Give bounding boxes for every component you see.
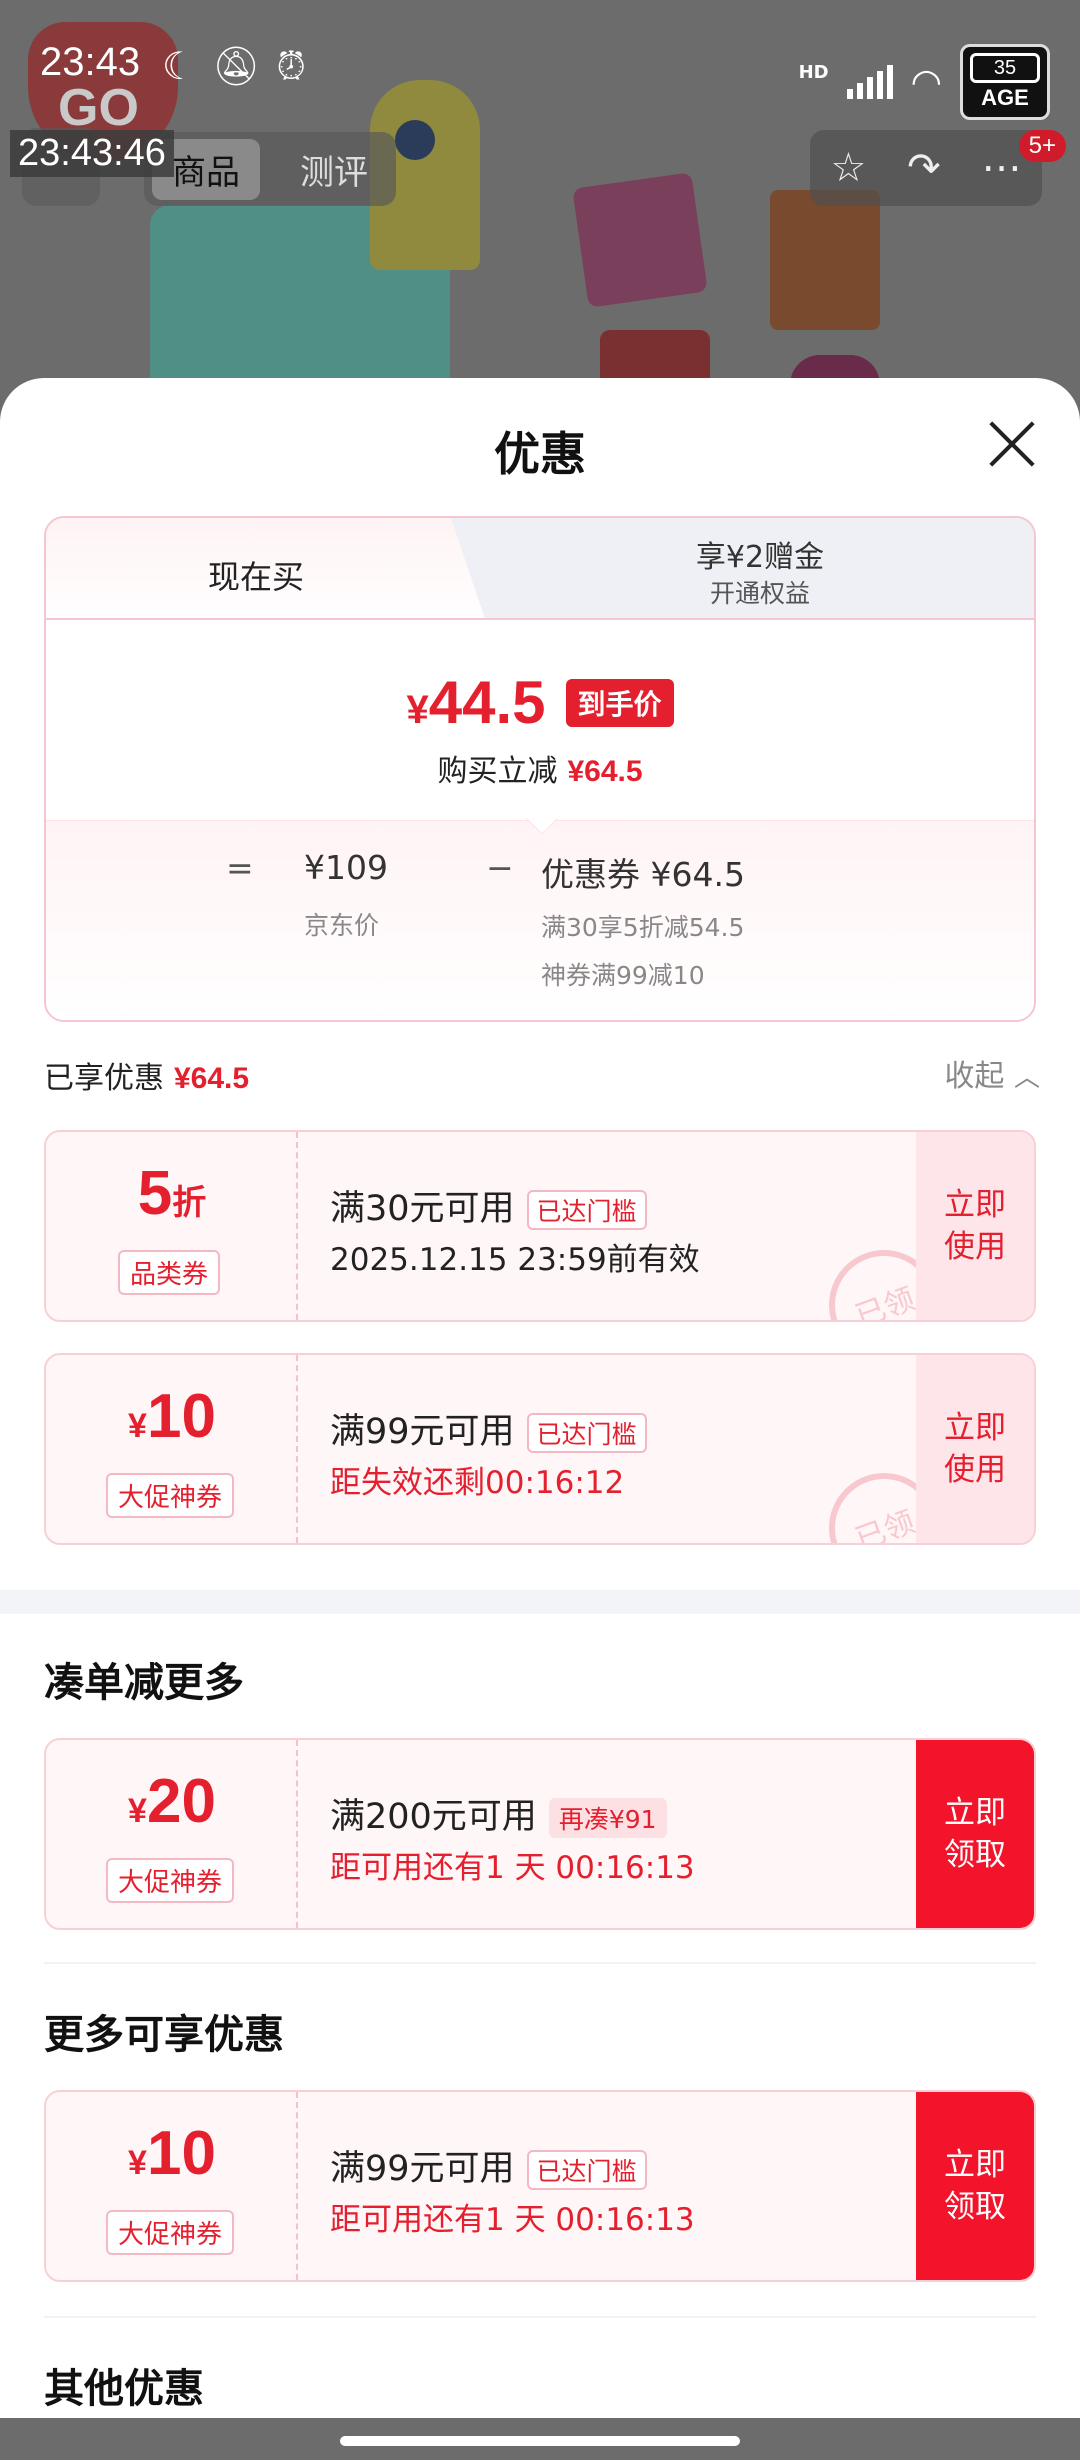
instant-cut: 购买立减 ¥64.5 [46,746,1034,790]
coupon-detail-1: 满30享5折减54.5 [541,913,745,942]
coupon-card: ¥10 大促神券 满99元可用 已达门槛 距可用还有1 天 00:16:13 立即… [44,2090,1036,2282]
coupon-condition-tag: 已达门槛 [526,1190,647,1230]
product-image-box [770,190,880,330]
coupon-kind: 大促神券 [106,1473,235,1518]
coupon-total: 优惠券 ¥64.5 [541,855,745,894]
coupon-countdown: 距可用还有1 天 00:16:13 [330,1850,695,1886]
coupon-condition: 满99元可用 已达门槛 [330,1403,647,1454]
coupon-kind: 大促神券 [106,2210,235,2255]
final-price-tag: 到手价 [565,678,674,727]
equals-sign: = [226,848,254,887]
section-divider [0,1590,1080,1614]
coupon-value: 5折 [46,1158,298,1229]
final-price-amount: 44.5 [428,669,546,736]
close-icon[interactable] [988,420,1036,468]
use-now-button[interactable]: 立即 使用 [916,1132,1034,1320]
tab-bonus-sub: 开通权益 [709,579,810,608]
coupon-condition-tag: 已达门槛 [526,2150,647,2190]
star-icon[interactable]: ☆ [830,145,866,191]
battery-indicator: 35 AGE [960,44,1050,120]
sheet-title: 优惠 [494,427,586,481]
claim-now-button[interactable]: 立即 领取 [916,2092,1034,2280]
tab-reviews[interactable]: 测评 [280,139,388,200]
coupon-kind: 大促神券 [106,1858,235,1903]
coupon-value: ¥10 [46,1381,298,1452]
battery-icon: 35 [970,53,1040,83]
product-image-knob [395,120,435,160]
alarm-icon: ⏰︎ [276,44,306,88]
coupon-countdown: 距失效还剩00:16:12 [330,1465,625,1501]
top-actions: ☆ ↷ ⋯ [810,130,1042,206]
coupon-condition-text: 满99元可用 [330,2149,515,2189]
tab-divider [46,618,1034,620]
coupon-value-number: 10 [146,2119,216,2188]
section-separator [44,1962,1036,1964]
top-tabs: 商品 测评 [144,132,396,206]
coupon-value-number: 20 [146,1767,216,1836]
home-gesture-handle[interactable] [340,2436,740,2446]
final-price: ¥44.5 到手价 [46,668,1034,737]
section-title-other: 其他优惠 [44,2366,204,2412]
price-calculation [46,820,1034,1020]
minus-sign: − [486,848,514,887]
coupon-value-prefix: ¥ [128,2144,147,2182]
coupon-condition-tag: 已达门槛 [526,1413,647,1453]
coupon-condition: 满30元可用 已达门槛 [330,1180,647,1231]
use-now-button[interactable]: 立即 使用 [916,1355,1034,1543]
network-label: HD [798,61,829,83]
share-icon[interactable]: ↷ [907,145,941,191]
coupon-value-prefix: ¥ [128,1792,147,1830]
status-time: 23:43 [40,40,141,84]
more-icon[interactable]: ⋯ [982,145,1022,191]
section-title-more-offers: 更多可享优惠 [44,2012,284,2058]
coupon-value: ¥20 [46,1766,298,1837]
coupon-countdown: 距可用还有1 天 00:16:13 [330,2202,695,2238]
enjoyed-label: 已享优惠 [44,1061,164,1096]
section-title-more-orders: 凑单减更多 [44,1660,244,1706]
enjoyed-discount: 已享优惠 ¥64.5 [44,1053,249,1097]
moon-icon: ☾ [162,44,197,88]
coupon-condition-text: 满99元可用 [330,1412,515,1452]
coupon-kind: 品类券 [118,1250,221,1295]
coupon-card: ¥10 大促神券 满99元可用 已达门槛 距失效还剩00:16:12 已领 立即使… [44,1353,1036,1545]
coupon-value: ¥10 [46,2118,298,2189]
timestamp-overlay: 23:43:46 [10,130,174,177]
claim-now-button[interactable]: 立即 领取 [916,1740,1034,1928]
original-price-label: 京东价 [304,911,380,940]
collapse-label: 收起 [944,1059,1005,1094]
coupon-card: ¥20 大促神券 满200元可用 再凑¥91 距可用还有1 天 00:16:13 … [44,1738,1036,1930]
notification-badge: 5+ [1018,130,1066,162]
coupon-value-prefix: ¥ [128,1407,147,1445]
coupon-condition: 满200元可用 再凑¥91 [330,1788,667,1839]
coupon-condition-text: 满200元可用 [330,1797,537,1837]
status-icons: ☾ 🔕︎ ⏰︎ [162,44,306,89]
coupon-condition: 满99元可用 已达门槛 [330,2140,647,2191]
price-panel: 现在买 享¥2赠金 开通权益 ¥44.5 到手价 购买立减 ¥64.5 = ¥10… [44,516,1036,1022]
coupon-value-suffix: 折 [172,1184,207,1222]
enjoyed-value: ¥64.5 [174,1062,250,1095]
coupon-condition-tag: 再凑¥91 [548,1798,667,1838]
bell-off-icon: 🔕︎ [212,44,261,88]
instant-cut-value: ¥64.5 [567,755,643,788]
wifi-icon: ◠ [910,61,942,103]
instant-cut-label: 购买立减 [437,754,558,789]
original-price: ¥109 [304,848,388,887]
signal-icon [846,65,893,99]
currency-symbol: ¥ [406,688,429,732]
chevron-up-icon: ︿ [1013,1063,1040,1093]
coupon-card: 5折 品类券 满30元可用 已达门槛 2025.12.15 23:59前有效 已领… [44,1130,1036,1322]
status-right: HD ◠ 35 AGE [799,44,1050,120]
collapse-button[interactable]: 收起 ︿ [944,1051,1040,1095]
tab-bonus-label: 享¥2赠金 [695,540,825,575]
coupon-detail-2: 神券满99减10 [541,961,705,990]
coupon-value-number: 10 [146,1382,216,1451]
coupon-validity: 2025.12.15 23:59前有效 [330,1242,700,1278]
section-separator [44,2316,1036,2318]
battery-sub-label: AGE [981,85,1029,110]
coupon-value-number: 5 [137,1159,173,1228]
coupon-condition-text: 满30元可用 [330,1189,515,1229]
tab-buy-now-label: 现在买 [207,558,304,596]
product-image-box [572,172,708,308]
